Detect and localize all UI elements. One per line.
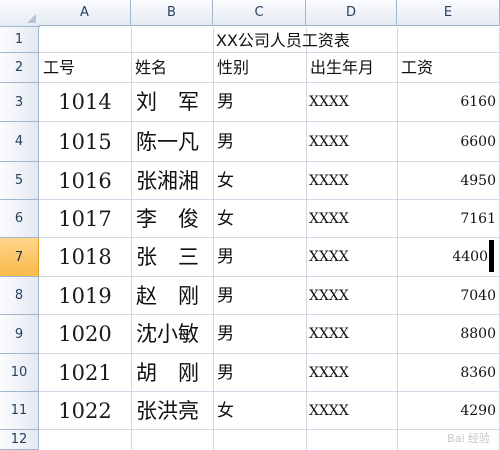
employee-salary-cell[interactable]: 7040 — [397, 277, 496, 315]
employee-id-cell[interactable]: 1018 — [39, 238, 131, 277]
employee-name-cell[interactable]: 胡 刚 — [136, 354, 199, 392]
gridline — [213, 27, 214, 450]
gridline — [131, 27, 132, 450]
row-header-8[interactable]: 8 — [0, 277, 39, 315]
employee-id-cell[interactable]: 1017 — [39, 200, 131, 238]
employee-gender-cell[interactable]: 男 — [217, 315, 234, 354]
employee-salary-cell[interactable]: 6160 — [397, 83, 496, 122]
column-header-d[interactable]: D — [306, 0, 397, 26]
employee-name-cell[interactable]: 张 三 — [136, 238, 199, 277]
employee-birth-cell[interactable]: XXXX — [309, 122, 349, 162]
employee-birth-cell[interactable]: XXXX — [309, 238, 349, 277]
gridline — [39, 52, 500, 53]
employee-id-cell[interactable]: 1014 — [39, 83, 131, 122]
select-all-corner[interactable] — [0, 0, 40, 27]
row-header-10[interactable]: 10 — [0, 354, 39, 392]
employee-id-cell[interactable]: 1016 — [39, 162, 131, 200]
employee-gender-cell[interactable]: 女 — [217, 392, 234, 430]
employee-salary-cell[interactable]: 8800 — [397, 315, 496, 354]
employee-gender-cell[interactable]: 女 — [217, 162, 234, 200]
row-header-3[interactable]: 3 — [0, 83, 39, 122]
employee-id-cell[interactable]: 1020 — [39, 315, 131, 354]
header-name[interactable]: 姓名 — [135, 55, 167, 81]
employee-name-cell[interactable]: 李 俊 — [136, 200, 199, 238]
employee-salary-cell[interactable]: 4950 — [397, 162, 496, 200]
table-title[interactable]: XX公司人员工资表 — [216, 30, 350, 52]
row-header-12[interactable]: 12 — [0, 430, 39, 450]
employee-gender-cell[interactable]: 男 — [217, 83, 234, 122]
column-header-c[interactable]: C — [213, 0, 306, 26]
gridline — [306, 27, 307, 450]
employee-gender-cell[interactable]: 男 — [217, 277, 234, 315]
employee-birth-cell[interactable]: XXXX — [309, 200, 349, 238]
employee-gender-cell[interactable]: 男 — [217, 238, 234, 277]
employee-name-cell[interactable]: 张洪亮 — [136, 392, 199, 430]
employee-id-cell[interactable]: 1019 — [39, 277, 131, 315]
column-header-e[interactable]: E — [397, 0, 500, 26]
employee-name-cell[interactable]: 沈小敏 — [136, 315, 199, 354]
row-header-1[interactable]: 1 — [0, 27, 39, 53]
row-header-5[interactable]: 5 — [0, 162, 39, 200]
employee-birth-cell[interactable]: XXXX — [309, 162, 349, 200]
employee-salary-cell[interactable]: 4400 — [397, 238, 488, 277]
employee-gender-cell[interactable]: 男 — [217, 122, 234, 162]
employee-salary-cell[interactable]: 6600 — [397, 122, 496, 162]
employee-name-cell[interactable]: 刘 军 — [136, 83, 199, 122]
row-header-4[interactable]: 4 — [0, 122, 39, 162]
header-gender[interactable]: 性别 — [217, 55, 249, 81]
employee-id-cell[interactable]: 1021 — [39, 354, 131, 392]
header-birth-date[interactable]: 出生年月 — [310, 55, 374, 81]
employee-salary-cell[interactable]: 4290 — [397, 392, 496, 430]
employee-gender-cell[interactable]: 女 — [217, 200, 234, 238]
employee-name-cell[interactable]: 张湘湘 — [136, 162, 199, 200]
employee-birth-cell[interactable]: XXXX — [309, 83, 349, 122]
employee-salary-cell[interactable]: 8360 — [397, 354, 496, 392]
row-header-7[interactable]: 7 — [0, 238, 39, 277]
employee-name-cell[interactable]: 陈一凡 — [136, 122, 199, 162]
header-salary[interactable]: 工资 — [401, 55, 433, 81]
row-header-11[interactable]: 11 — [0, 392, 39, 430]
column-header-b[interactable]: B — [131, 0, 213, 26]
employee-birth-cell[interactable]: XXXX — [309, 315, 349, 354]
column-header-bar: A B C D E — [0, 0, 500, 27]
employee-birth-cell[interactable]: XXXX — [309, 277, 349, 315]
employee-birth-cell[interactable]: XXXX — [309, 354, 349, 392]
employee-salary-cell[interactable]: 7161 — [397, 200, 496, 238]
employee-birth-cell[interactable]: XXXX — [309, 392, 349, 430]
row-header-9[interactable]: 9 — [0, 315, 39, 354]
employee-gender-cell[interactable]: 男 — [217, 354, 234, 392]
header-employee-id[interactable]: 工号 — [43, 55, 75, 81]
active-cell-border[interactable] — [489, 240, 494, 272]
employee-name-cell[interactable]: 赵 刚 — [136, 277, 199, 315]
spreadsheet: A B C D E 1 2 3 4 5 6 7 8 9 10 11 12 XX公… — [0, 0, 500, 450]
employee-id-cell[interactable]: 1015 — [39, 122, 131, 162]
watermark-text: Bai 经验 — [447, 432, 490, 445]
row-header-6[interactable]: 6 — [0, 200, 39, 238]
column-header-a[interactable]: A — [39, 0, 131, 26]
select-all-triangle-icon — [27, 14, 36, 23]
row-header-2[interactable]: 2 — [0, 53, 39, 83]
employee-id-cell[interactable]: 1022 — [39, 392, 131, 430]
